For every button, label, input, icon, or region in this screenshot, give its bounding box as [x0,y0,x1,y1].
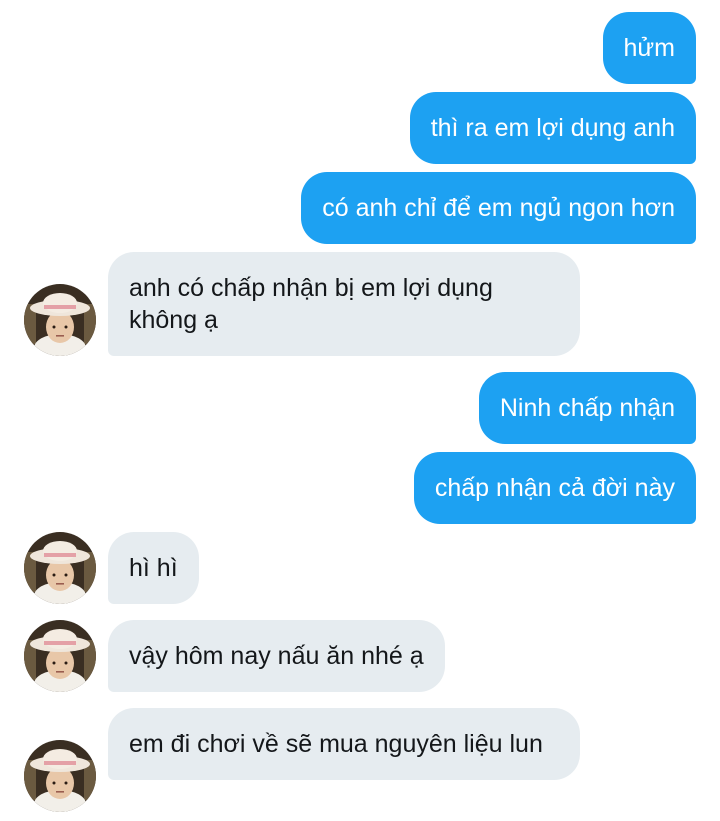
message-thread: hửm thì ra em lợi dụng anh có anh chỉ để… [0,0,720,821]
message-text: có anh chỉ để em ngủ ngon hơn [322,194,675,222]
message-text: Ninh chấp nhận [499,394,675,422]
avatar-image [24,532,96,604]
contact-avatar[interactable] [24,620,96,692]
message-bubble-incoming[interactable]: vậy hôm nay nấu ăn nhé ạ [108,620,445,692]
message-text: em đi chơi về sẽ mua nguyên liệu lun [129,730,543,758]
message-bubble-incoming[interactable]: anh có chấp nhận bị em lợi dụng không ạ [108,252,580,356]
contact-avatar[interactable] [24,532,96,604]
avatar-image [24,284,96,356]
avatar-image [24,740,96,812]
avatar-image [24,620,96,692]
message-bubble-incoming[interactable]: em đi chơi về sẽ mua nguyên liệu lun [108,708,580,780]
message-bubble-outgoing[interactable]: Ninh chấp nhận [478,372,696,444]
message-bubble-outgoing[interactable]: có anh chỉ để em ngủ ngon hơn [301,172,696,244]
message-bubble-outgoing[interactable]: chấp nhận cả đời này [413,452,696,524]
message-bubble-incoming[interactable]: hì hì [108,532,199,604]
message-bubble-outgoing[interactable]: hửm [602,12,696,84]
message-text: vậy hôm nay nấu ăn nhé ạ [129,642,424,670]
message-text: anh có chấp nhận bị em lợi dụng không ạ [129,274,493,334]
message-bubble-outgoing[interactable]: thì ra em lợi dụng anh [409,92,696,164]
contact-avatar[interactable] [24,284,96,356]
message-text: chấp nhận cả đời này [434,474,675,502]
contact-avatar[interactable] [24,740,96,812]
message-text: hì hì [129,554,178,582]
message-text: thì ra em lợi dụng anh [430,114,675,142]
message-text: hửm [623,34,675,62]
